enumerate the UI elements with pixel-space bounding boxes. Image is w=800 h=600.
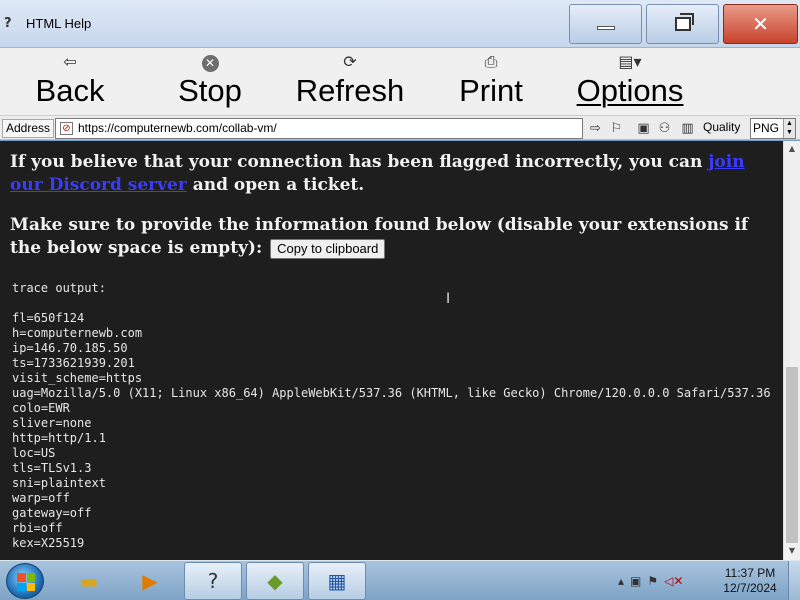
close-icon: ✕ — [752, 12, 769, 36]
trace-line: loc=US — [12, 446, 56, 460]
taskbar-app[interactable]: ◆ — [246, 562, 304, 600]
stop-label: Stop — [178, 73, 242, 108]
start-button[interactable] — [6, 563, 44, 599]
options-button[interactable]: ▤▾ Options — [568, 48, 692, 115]
vertical-scrollbar[interactable]: ▲ ▼ — [783, 141, 800, 560]
title-bar[interactable]: ? HTML Help ✕ — [0, 0, 800, 48]
windows-logo-icon — [17, 573, 35, 591]
go-arrow-icon[interactable]: ⇨ — [587, 120, 604, 137]
quality-select[interactable]: PNG ▲ ▼ — [750, 118, 796, 139]
printer-icon: ⎙ — [484, 52, 498, 71]
print-button[interactable]: ⎙ Print — [451, 48, 531, 115]
trace-line: rbi=off — [12, 521, 63, 535]
help-icon: ? — [4, 16, 12, 31]
taskbar-network-app[interactable]: ▦ — [308, 562, 366, 600]
address-url: https://computernewb.com/collab-vm/ — [78, 121, 277, 135]
window-title: HTML Help — [26, 16, 92, 31]
trace-line: uag=Mozilla/5.0 (X11; Linux x86_64) Appl… — [12, 386, 771, 400]
action-center-flag-icon[interactable]: ⚑ — [647, 574, 658, 588]
trace-line: gateway=off — [12, 506, 92, 520]
taskbar: ▬ ▶ ? ◆ ▦ ▴ ▣ ⚑ ◁✕ 11:37 PM 12/7/2024 — [0, 560, 800, 600]
trace-line: ip=146.70.185.50 — [12, 341, 128, 355]
trace-line: visit_scheme=https — [12, 371, 143, 385]
quality-spinner-icon[interactable]: ▲ ▼ — [783, 119, 795, 138]
taskbar-html-help[interactable]: ? — [184, 562, 242, 600]
trace-line: h=computernewb.com — [12, 326, 143, 340]
clock-time: 11:37 PM — [724, 566, 776, 580]
back-button[interactable]: ⇦ Back — [28, 48, 112, 115]
media-player-icon: ▶ — [142, 569, 158, 593]
refresh-label: Refresh — [295, 73, 405, 108]
network-icon[interactable]: ▣ — [630, 574, 641, 588]
clock[interactable]: 11:37 PM 12/7/2024 — [718, 566, 782, 596]
trace-line: tls=TLSv1.3 — [12, 461, 92, 475]
options-label: Options — [576, 73, 684, 108]
taskbar-media-player[interactable]: ▶ — [121, 562, 179, 600]
stop-button[interactable]: ✕ Stop — [170, 48, 250, 115]
app-icon: ◆ — [267, 569, 283, 593]
page-error-icon: ⊘ — [60, 122, 73, 135]
help-icon: ? — [207, 569, 219, 593]
trace-line: sni=plaintext — [12, 476, 106, 490]
address-input[interactable]: ⊘ https://computernewb.com/collab-vm/ — [55, 118, 583, 139]
trace-line: fl=650f124 — [12, 311, 85, 325]
trace-line: ts=1733621939.201 — [12, 356, 135, 370]
show-hidden-icons-icon[interactable]: ▴ — [618, 574, 624, 588]
quality-label: Quality — [703, 120, 741, 134]
page-content: If you believe that your connection has … — [0, 141, 783, 560]
trace-line: colo=EWR — [12, 401, 70, 415]
text-cursor-icon: I — [446, 291, 451, 307]
ticket-text: and open a ticket. — [186, 175, 365, 195]
folder-icon: ▬ — [79, 569, 99, 593]
trace-line: warp=off — [12, 491, 70, 505]
scroll-thumb[interactable] — [786, 367, 798, 543]
address-bar: Address ⊘ https://computernewb.com/colla… — [0, 115, 800, 140]
network-computer-icon: ▦ — [327, 569, 347, 593]
toolbar: ⇦ Back ✕ Stop ⟳ Refresh ⎙ Print ▤▾ Optio… — [0, 48, 800, 115]
screenshot-icon[interactable]: ▣ — [635, 120, 652, 137]
restore-icon — [674, 13, 694, 31]
volume-muted-icon[interactable]: ◁✕ — [664, 574, 683, 588]
restore-button[interactable] — [646, 4, 719, 44]
refresh-button[interactable]: ⟳ Refresh — [290, 48, 410, 115]
provide-info-paragraph: Make sure to provide the information fou… — [10, 214, 780, 260]
trace-header: trace output: — [12, 281, 106, 295]
binoculars-icon[interactable]: ⚇ — [656, 120, 673, 137]
bookmark-icon[interactable]: ⚐ — [608, 120, 625, 137]
trace-output: trace output: fl=650f124 h=computernewb.co… — [12, 281, 771, 551]
refresh-icon: ⟳ — [343, 52, 357, 71]
clipboard-icon[interactable]: ▥ — [679, 120, 696, 137]
trace-line: sliver=none — [12, 416, 92, 430]
options-icon: ▤▾ — [618, 52, 642, 71]
quality-value: PNG — [753, 121, 780, 135]
back-arrow-icon: ⇦ — [63, 52, 77, 71]
print-label: Print — [459, 73, 523, 108]
minimize-button[interactable] — [569, 4, 642, 44]
copy-to-clipboard-button[interactable]: Copy to clipboard — [270, 238, 386, 259]
flagged-paragraph: If you believe that your connection has … — [10, 151, 780, 197]
back-label: Back — [35, 73, 105, 108]
taskbar-explorer[interactable]: ▬ — [60, 562, 118, 600]
clock-date: 12/7/2024 — [723, 581, 777, 595]
minimize-icon — [596, 26, 615, 30]
scroll-up-icon[interactable]: ▲ — [784, 141, 800, 157]
scroll-down-icon[interactable]: ▼ — [784, 543, 800, 559]
flagged-text: If you believe that your connection has … — [10, 152, 709, 172]
system-tray: ▴ ▣ ⚑ ◁✕ — [618, 569, 683, 593]
close-button[interactable]: ✕ — [723, 4, 798, 44]
show-desktop-button[interactable] — [788, 561, 800, 600]
address-label: Address — [2, 119, 55, 138]
stop-icon: ✕ — [201, 55, 219, 72]
trace-line: kex=X25519 — [12, 536, 85, 550]
trace-line: http=http/1.1 — [12, 431, 106, 445]
